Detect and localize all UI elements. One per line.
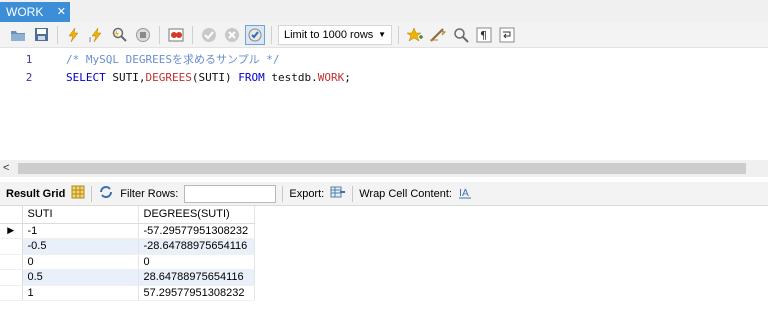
stop-icon[interactable] (133, 25, 153, 45)
row-header (0, 254, 23, 270)
code-text: SELECT SUTI,DEGREES(SUTI) FROM testdb.WO… (58, 71, 351, 84)
sql-identifier: SUTI, (105, 70, 146, 84)
rollback-icon[interactable] (222, 25, 242, 45)
result-table: SUTI DEGREES(SUTI) ▶ -1 -57.295779513082… (0, 206, 255, 301)
editor-toolbar: I Limit to 1000 rows ▼ ¶ (0, 22, 768, 48)
toolbar-separator (398, 25, 399, 44)
line-number: 1 (25, 52, 33, 66)
export-label: Export: (289, 187, 325, 200)
table-header-row: SUTI DEGREES(SUTI) (0, 206, 255, 224)
tab-label: WORK (6, 5, 44, 19)
export-icon[interactable] (330, 185, 346, 202)
table-cell[interactable]: -0.5 (22, 238, 139, 255)
result-toolbar: Result Grid Filter Rows: Export: Wrap Ce… (0, 182, 768, 206)
table-cell[interactable]: 0 (22, 254, 139, 270)
explain-icon[interactable] (110, 25, 130, 45)
table-row[interactable]: 1 57.29577951308232 (0, 285, 255, 301)
table-row[interactable]: ▶ -1 -57.29577951308232 (0, 223, 255, 239)
horizontal-scrollbar[interactable]: < (0, 160, 768, 177)
beautify-icon[interactable] (428, 25, 448, 45)
toggle-error-icon[interactable] (166, 25, 186, 45)
grid-view-icon[interactable] (71, 185, 85, 202)
execute-icon[interactable] (64, 25, 84, 45)
toolbar-separator (91, 185, 93, 202)
row-header-corner (0, 206, 23, 224)
chevron-down-icon: ▼ (378, 29, 386, 39)
toolbar-separator (271, 25, 272, 44)
table-cell[interactable]: 1 (22, 285, 139, 301)
sql-table-name: WORK (317, 70, 345, 84)
wrap-icon[interactable] (497, 25, 517, 45)
save-icon[interactable] (31, 25, 51, 45)
sql-keyword-from: FROM (238, 70, 265, 84)
folder-open-icon[interactable] (8, 25, 28, 45)
tab-close-icon[interactable]: ✕ (57, 5, 66, 19)
sql-identifier: (SUTI) (191, 70, 239, 84)
code-text: /* MySQL DEGREESを求めるサンプル */ (58, 51, 280, 67)
table-row[interactable]: -0.5 -28.64788975654116 (0, 238, 255, 255)
commit-icon[interactable] (199, 25, 219, 45)
sql-editor[interactable]: 1 /* MySQL DEGREESを求めるサンプル */ 2 SELECT S… (0, 48, 768, 160)
row-header (0, 269, 23, 286)
svg-text:¶: ¶ (480, 29, 487, 42)
tab-work[interactable]: WORK ✕ (0, 2, 70, 22)
limit-rows-value: Limit to 1000 rows (284, 28, 374, 41)
toolbar-separator (57, 25, 58, 44)
column-header-suti[interactable]: SUTI (22, 206, 139, 224)
svg-text:IA: IA (459, 188, 469, 199)
toolbar-separator (159, 25, 160, 44)
table-cell[interactable]: -1 (22, 223, 139, 239)
table-cell[interactable]: 0.5 (22, 269, 139, 286)
sql-function: DEGREES (145, 70, 192, 84)
toolbar-separator (352, 185, 354, 202)
limit-rows-select[interactable]: Limit to 1000 rows ▼ (278, 24, 392, 45)
bookmark-icon[interactable] (405, 25, 425, 45)
wrap-cell-label: Wrap Cell Content: (359, 187, 452, 200)
sql-keyword-select: SELECT (66, 70, 106, 84)
table-row[interactable]: 0 0 (0, 254, 255, 270)
table-row[interactable]: 0.5 28.64788975654116 (0, 269, 255, 286)
scroll-left-arrow-icon[interactable]: < (3, 162, 9, 174)
find-icon[interactable] (451, 25, 471, 45)
scrollbar-thumb[interactable] (18, 163, 746, 174)
editor-line: 2 SELECT SUTI,DEGREES(SUTI) FROM testdb.… (0, 68, 768, 86)
refresh-icon[interactable] (98, 185, 114, 202)
tab-bar: WORK ✕ (0, 0, 768, 22)
sql-comment: /* MySQL DEGREESを求めるサンプル */ (66, 53, 280, 66)
execute-current-icon[interactable]: I (87, 25, 107, 45)
result-grid-label[interactable]: Result Grid (6, 188, 65, 200)
table-cell[interactable]: -28.64788975654116 (138, 238, 255, 255)
svg-text:I: I (89, 36, 91, 43)
row-header (0, 285, 23, 301)
editor-line: 1 /* MySQL DEGREESを求めるサンプル */ (0, 50, 768, 68)
invisible-chars-icon[interactable]: ¶ (474, 25, 494, 45)
toolbar-separator (282, 185, 284, 202)
toolbar-separator (192, 25, 193, 44)
table-cell[interactable]: 28.64788975654116 (138, 269, 255, 286)
result-grid[interactable]: SUTI DEGREES(SUTI) ▶ -1 -57.295779513082… (0, 206, 768, 318)
sql-identifier: ; (344, 70, 351, 84)
current-row-marker-icon: ▶ (0, 223, 23, 239)
wrap-cell-icon[interactable]: IA (458, 185, 472, 202)
row-header (0, 238, 23, 255)
filter-rows-input[interactable] (184, 184, 277, 203)
table-cell[interactable]: 57.29577951308232 (138, 285, 255, 301)
table-cell[interactable]: -57.29577951308232 (138, 223, 255, 239)
filter-rows-label: Filter Rows: (120, 187, 179, 200)
autocommit-icon[interactable] (245, 24, 265, 45)
sql-identifier: testdb. (264, 70, 318, 84)
table-cell[interactable]: 0 (138, 254, 255, 270)
column-header-degrees[interactable]: DEGREES(SUTI) (138, 206, 255, 224)
line-number: 2 (25, 70, 33, 84)
